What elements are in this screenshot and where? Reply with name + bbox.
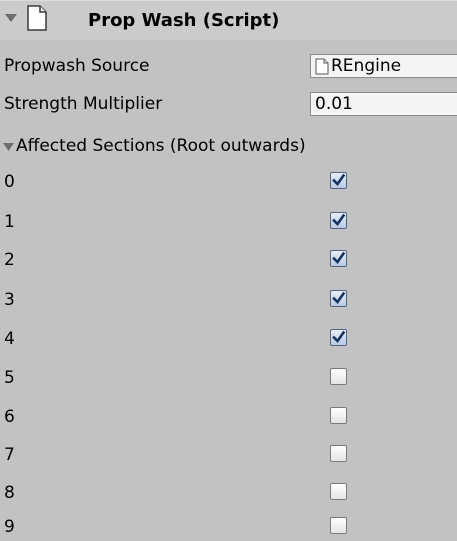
section-checkbox-4[interactable] — [330, 329, 347, 346]
section-checkbox-1[interactable] — [330, 212, 347, 229]
fold-arrow-icon[interactable] — [3, 141, 14, 152]
section-row-6: 6 — [0, 403, 457, 431]
section-row-5: 5 — [0, 364, 457, 392]
section-index-label: 7 — [4, 445, 15, 465]
section-row-3: 3 — [0, 286, 457, 314]
section-checkbox-3[interactable] — [330, 290, 347, 307]
affected-sections-label: Affected Sections (Root outwards) — [16, 136, 306, 156]
checkmark-icon — [332, 173, 346, 187]
strength-multiplier-label: Strength Multiplier — [4, 94, 163, 114]
section-index-label: 4 — [4, 329, 15, 349]
script-icon — [315, 58, 329, 75]
section-index-label: 2 — [4, 250, 15, 270]
checkmark-icon — [332, 330, 346, 344]
section-checkbox-7[interactable] — [330, 445, 347, 462]
section-index-label: 6 — [4, 407, 15, 427]
checkmark-icon — [332, 291, 346, 305]
propwash-source-label: Propwash Source — [4, 56, 150, 76]
section-row-9: 9 — [0, 513, 457, 541]
section-row-2: 2 — [0, 246, 457, 274]
section-index-label: 8 — [4, 483, 15, 503]
strength-multiplier-row: Strength Multiplier 0.01 — [0, 90, 457, 118]
propwash-source-field[interactable]: REngine — [310, 54, 457, 78]
section-row-8: 8 — [0, 479, 457, 507]
section-checkbox-0[interactable] — [330, 172, 347, 189]
strength-multiplier-value: 0.01 — [315, 94, 353, 114]
section-checkbox-8[interactable] — [330, 483, 347, 500]
component-title: Prop Wash (Script) — [88, 10, 280, 31]
section-checkbox-6[interactable] — [330, 407, 347, 424]
checkmark-icon — [332, 251, 346, 265]
section-checkbox-2[interactable] — [330, 250, 347, 267]
section-index-label: 0 — [4, 172, 15, 192]
inspector-panel: Prop Wash (Script) Propwash Source REngi… — [0, 0, 457, 540]
script-icon — [27, 5, 47, 31]
section-index-label: 9 — [4, 517, 15, 537]
fold-arrow-icon[interactable] — [4, 11, 18, 25]
section-index-label: 5 — [4, 368, 15, 388]
section-row-7: 7 — [0, 441, 457, 469]
section-index-label: 1 — [4, 212, 15, 232]
strength-multiplier-field[interactable]: 0.01 — [310, 92, 457, 116]
section-index-label: 3 — [4, 290, 15, 310]
section-row-1: 1 — [0, 208, 457, 236]
section-row-0: 0 — [0, 168, 457, 196]
section-checkbox-9[interactable] — [330, 517, 347, 534]
propwash-source-value: REngine — [331, 56, 402, 76]
section-row-4: 4 — [0, 325, 457, 353]
section-checkbox-5[interactable] — [330, 368, 347, 385]
affected-sections-foldout[interactable]: Affected Sections (Root outwards) — [0, 132, 457, 160]
propwash-source-row: Propwash Source REngine — [0, 52, 457, 80]
component-header[interactable]: Prop Wash (Script) — [0, 0, 457, 40]
checkmark-icon — [332, 213, 346, 227]
